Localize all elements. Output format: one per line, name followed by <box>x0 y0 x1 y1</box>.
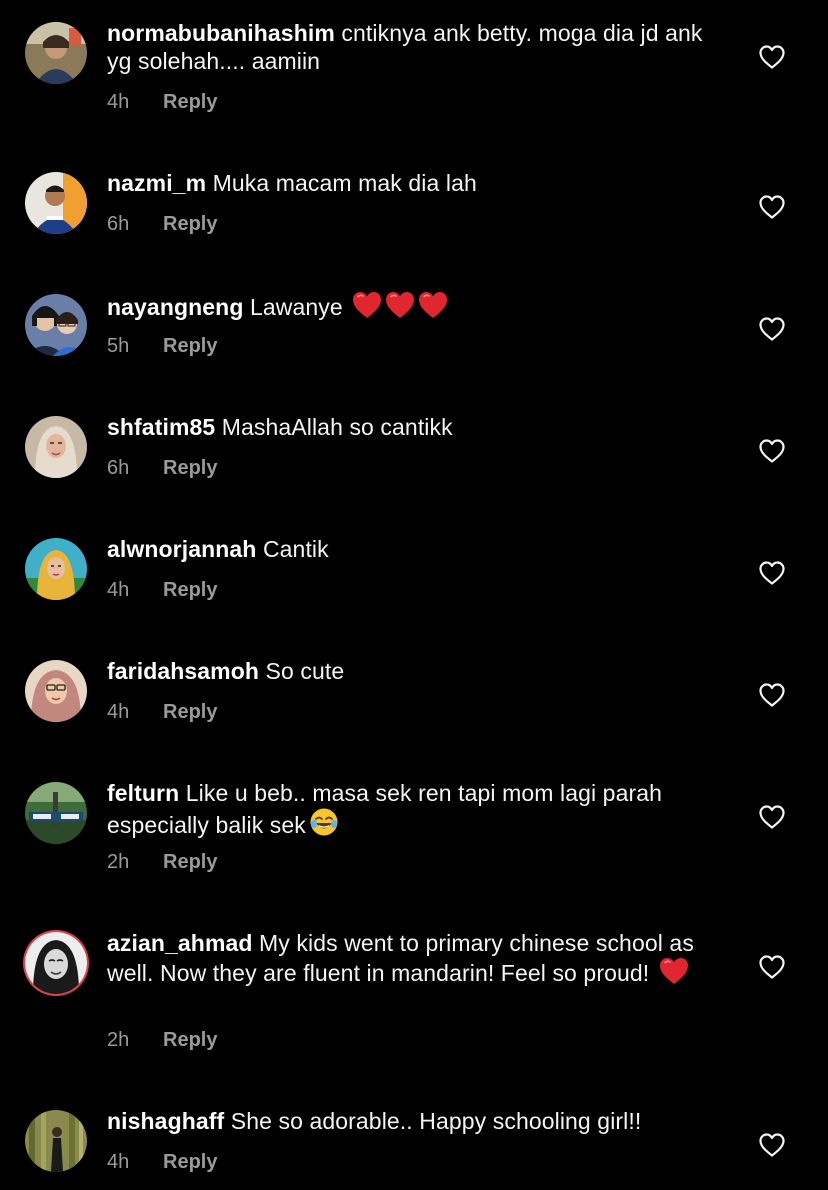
comment-body: She so adorable.. Happy schooling girl!! <box>230 1108 642 1134</box>
like-heart-icon[interactable] <box>759 1133 785 1157</box>
comment-username[interactable]: shfatim85 <box>107 414 215 440</box>
comment-time: 2h <box>107 1029 130 1051</box>
reply-button[interactable]: Reply <box>163 1029 217 1051</box>
reply-button[interactable]: Reply <box>163 335 217 357</box>
comment-time: 4h <box>107 1151 130 1173</box>
comment-text-block: nayangneng Lawanye <box>107 291 727 321</box>
comment-time: 5h <box>107 335 130 357</box>
avatar[interactable] <box>25 416 87 478</box>
comment-body: Like u beb.. masa sek ren tapi mom lagi … <box>107 780 662 838</box>
tears-of-joy-emoji-icon <box>309 807 339 837</box>
like-heart-icon[interactable] <box>759 195 785 219</box>
comment-text-block: nishaghaff She so adorable.. Happy schoo… <box>107 1107 727 1135</box>
comment-body: So cute <box>265 658 345 684</box>
comment-meta: 4h Reply <box>107 90 217 114</box>
comment-time: 6h <box>107 213 130 235</box>
comment-body: Muka macam mak dia lah <box>212 170 477 196</box>
comment-time: 6h <box>107 457 130 479</box>
comment-username[interactable]: nishaghaff <box>107 1108 224 1134</box>
like-heart-icon[interactable] <box>759 805 785 829</box>
comment-username[interactable]: nazmi_m <box>107 170 206 196</box>
comment-text-block: azian_ahmad My kids went to primary chin… <box>107 929 727 987</box>
comment-text-block: alwnorjannah Cantik <box>107 535 727 563</box>
like-heart-icon[interactable] <box>759 317 785 341</box>
like-heart-icon[interactable] <box>759 955 785 979</box>
comment-meta: 4h Reply <box>107 1150 217 1174</box>
comment-meta: 4h Reply <box>107 700 217 724</box>
like-heart-icon[interactable] <box>759 45 785 69</box>
red-heart-emoji-icon <box>352 291 382 319</box>
reply-button[interactable]: Reply <box>163 579 217 601</box>
comment-meta: 6h Reply <box>107 456 217 480</box>
avatar[interactable] <box>25 294 87 356</box>
like-heart-icon[interactable] <box>759 683 785 707</box>
comment-time: 2h <box>107 851 130 873</box>
reply-button[interactable]: Reply <box>163 213 217 235</box>
red-heart-emoji-icon <box>418 291 448 319</box>
comment-text-block: felturn Like u beb.. masa sek ren tapi m… <box>107 779 727 839</box>
comment-meta: 5h Reply <box>107 334 217 358</box>
comment-body: Lawanye <box>249 294 343 320</box>
comment-meta: 2h Reply <box>107 1028 217 1052</box>
avatar[interactable] <box>25 538 87 600</box>
reply-button[interactable]: Reply <box>163 91 217 113</box>
comment-time: 4h <box>107 701 130 723</box>
comment-text-block: faridahsamoh So cute <box>107 657 727 685</box>
comment-body: MashaAllah so cantikk <box>221 414 453 440</box>
avatar[interactable] <box>25 1110 87 1172</box>
comment-username[interactable]: alwnorjannah <box>107 536 256 562</box>
like-heart-icon[interactable] <box>759 561 785 585</box>
comment-username[interactable]: felturn <box>107 780 179 806</box>
comment-text-block: normabubanihashim cntiknya ank betty. mo… <box>107 19 727 75</box>
red-heart-emoji-icon <box>659 957 689 985</box>
avatar[interactable] <box>25 172 87 234</box>
red-heart-emoji-icon <box>385 291 415 319</box>
reply-button[interactable]: Reply <box>163 1151 217 1173</box>
like-heart-icon[interactable] <box>759 439 785 463</box>
comment-meta: 4h Reply <box>107 578 217 602</box>
comment-meta: 2h Reply <box>107 850 217 874</box>
reply-button[interactable]: Reply <box>163 701 217 723</box>
avatar[interactable] <box>25 660 87 722</box>
reply-button[interactable]: Reply <box>163 457 217 479</box>
comment-meta: 6h Reply <box>107 212 217 236</box>
avatar[interactable] <box>25 782 87 844</box>
comment-text-block: nazmi_m Muka macam mak dia lah <box>107 169 727 197</box>
comment-time: 4h <box>107 579 130 601</box>
comment-username[interactable]: faridahsamoh <box>107 658 259 684</box>
comment-text-block: shfatim85 MashaAllah so cantikk <box>107 413 727 441</box>
comment-username[interactable]: azian_ahmad <box>107 930 253 956</box>
comment-body: Cantik <box>262 536 329 562</box>
comment-username[interactable]: nayangneng <box>107 294 243 320</box>
avatar[interactable] <box>25 932 87 994</box>
avatar[interactable] <box>25 22 87 84</box>
comment-username[interactable]: normabubanihashim <box>107 20 335 46</box>
reply-button[interactable]: Reply <box>163 851 217 873</box>
comment-time: 4h <box>107 91 130 113</box>
